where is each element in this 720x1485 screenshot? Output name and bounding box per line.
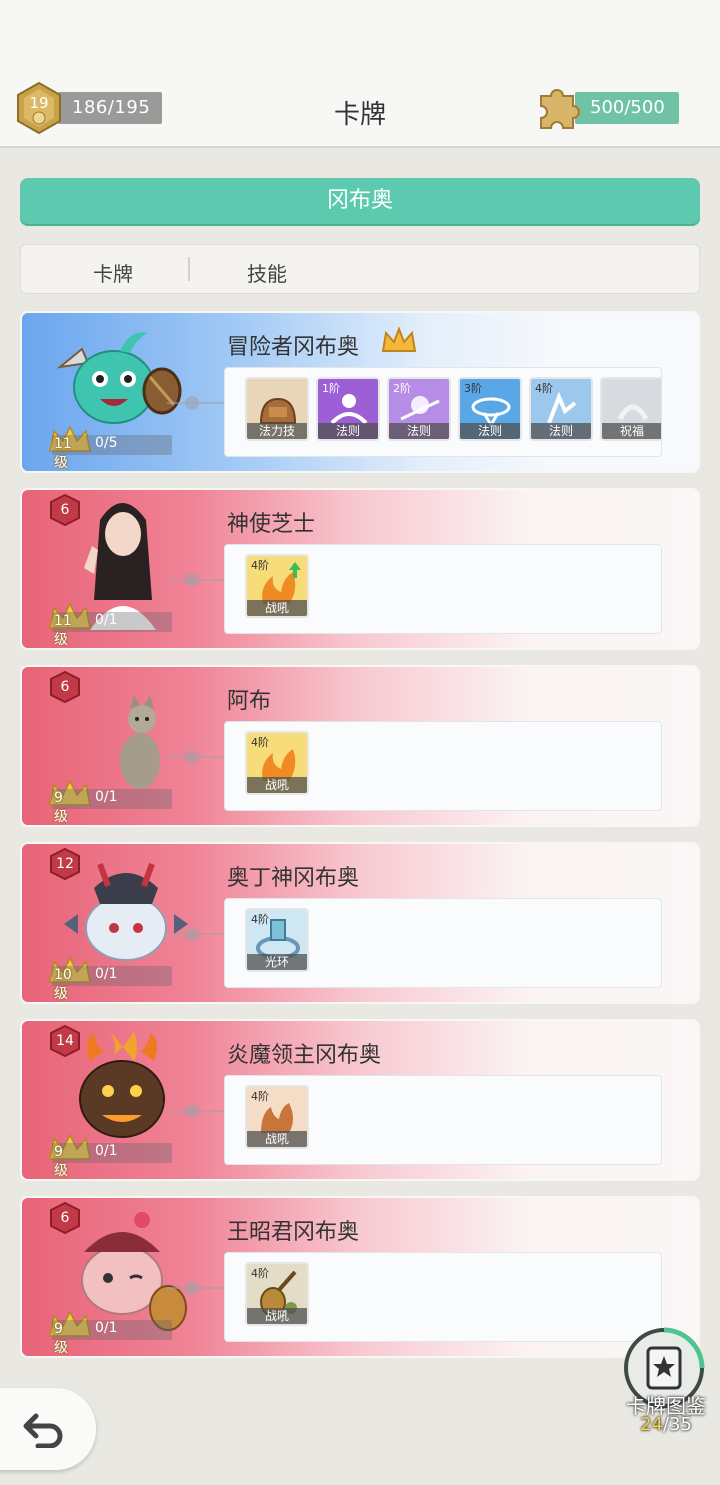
card-name: 神使芝士 <box>227 512 316 537</box>
skill-slot[interactable]: 3阶 法则 <box>458 377 522 441</box>
card-odin-gumball[interactable]: 12 10级 0/1 奥丁神冈布奥 4阶 光环 <box>22 844 698 1002</box>
skill-slot[interactable]: 4阶 战吼 <box>245 1262 309 1326</box>
rank-badge: 6 <box>50 670 80 704</box>
skill-label: 法则 <box>318 423 378 439</box>
skill-slot[interactable]: 1阶 法则 <box>316 377 380 441</box>
card-shenshi-zhishi[interactable]: 6 11级 0/1 神使芝士 4阶 战吼 <box>22 490 698 648</box>
skill-label: 法则 <box>531 423 591 439</box>
skill-label: 战吼 <box>247 1308 307 1324</box>
back-arrow-icon <box>23 1413 63 1448</box>
skill-panel: 4阶 战吼 <box>224 1075 662 1165</box>
skill-slot[interactable]: 2阶 法则 <box>387 377 451 441</box>
crown-icon <box>381 326 417 352</box>
card-progress-text: 0/1 <box>95 966 118 982</box>
skill-panel: 4阶 战吼 <box>224 1252 662 1342</box>
skill-slot[interactable]: 祝福 <box>600 377 661 441</box>
card-level-text: 9级 <box>54 790 68 825</box>
connector-dot <box>185 750 199 764</box>
card-progress-text: 0/1 <box>95 612 118 628</box>
card-level-text: 10级 <box>54 967 72 1002</box>
skill-label: 法则 <box>460 423 520 439</box>
tab-cards[interactable]: 卡牌 <box>93 258 133 287</box>
skill-panel: 法力技 1阶 法则 2阶 法则 3阶 法则 4阶 法则 祝福 <box>224 367 662 457</box>
card-progress-text: 0/1 <box>95 789 118 805</box>
skill-slot[interactable]: 法力技 <box>245 377 309 441</box>
rank-badge: 12 <box>50 847 80 881</box>
card-name: 阿布 <box>227 689 272 714</box>
skill-panel: 4阶 战吼 <box>224 544 662 634</box>
connector-dot <box>185 1281 199 1295</box>
skill-slot[interactable]: 4阶 法则 <box>529 377 593 441</box>
tab-bar: 卡牌 技能 <box>20 244 700 294</box>
card-abu[interactable]: 6 9级 0/1 阿布 4阶 战吼 <box>22 667 698 825</box>
card-adventurer-gumball[interactable]: 11级 0/5 冒险者冈布奥 法力技 1阶 法则 2阶 法则 3阶 法则 4阶 … <box>22 313 698 471</box>
skill-label: 法则 <box>389 423 449 439</box>
skill-label: 光环 <box>247 954 307 970</box>
card-wang-zhaojun-gumball[interactable]: 6 9级 0/1 王昭君冈布奥 4阶 战吼 <box>22 1198 698 1356</box>
skill-label: 战吼 <box>247 600 307 616</box>
skill-label: 战吼 <box>247 777 307 793</box>
rank-badge: 6 <box>50 493 80 527</box>
skill-label: 战吼 <box>247 1131 307 1147</box>
skill-label: 祝福 <box>602 423 661 439</box>
connector-dot <box>185 927 199 941</box>
card-progress-text: 0/1 <box>95 1320 118 1336</box>
skill-slot[interactable]: 4阶 战吼 <box>245 554 309 618</box>
card-progress-text: 0/1 <box>95 1143 118 1159</box>
card-progress-text: 0/5 <box>95 435 118 451</box>
group-header: 冈布奥 <box>20 178 700 224</box>
card-level-text: 11级 <box>54 436 72 471</box>
card-level-text: 11级 <box>54 613 72 648</box>
back-button[interactable] <box>0 1388 96 1470</box>
card-flame-lord-gumball[interactable]: 14 9级 0/1 炎魔领主冈布奥 4阶 战吼 <box>22 1021 698 1179</box>
group-title: 冈布奥 <box>326 188 393 213</box>
skill-label: 法力技 <box>247 423 307 439</box>
top-bar: 186/195 19 卡牌 500/500 <box>0 0 720 148</box>
skill-slot[interactable]: 4阶 战吼 <box>245 731 309 795</box>
connector-dot <box>185 1104 199 1118</box>
tab-divider <box>188 257 190 281</box>
card-level-text: 9级 <box>54 1144 68 1179</box>
connector-dot <box>185 396 199 410</box>
skill-slot[interactable]: 4阶 光环 <box>245 908 309 972</box>
card-level-text: 9级 <box>54 1321 68 1356</box>
card-collection-count: 24/35 <box>640 1414 692 1435</box>
card-name: 冒险者冈布奥 <box>227 335 360 360</box>
card-name: 奥丁神冈布奥 <box>227 866 360 891</box>
puzzle-piece-icon <box>540 89 580 129</box>
rank-badge: 6 <box>50 1201 80 1235</box>
card-name: 王昭君冈布奥 <box>227 1220 360 1245</box>
connector-dot <box>185 573 199 587</box>
skill-slot[interactable]: 4阶 战吼 <box>245 1085 309 1149</box>
rank-badge: 14 <box>50 1024 80 1058</box>
skill-panel: 4阶 光环 <box>224 898 662 988</box>
tab-skills[interactable]: 技能 <box>247 258 287 287</box>
card-name: 炎魔领主冈布奥 <box>227 1043 382 1068</box>
skill-panel: 4阶 战吼 <box>224 721 662 811</box>
puzzle-text: 500/500 <box>590 97 665 118</box>
